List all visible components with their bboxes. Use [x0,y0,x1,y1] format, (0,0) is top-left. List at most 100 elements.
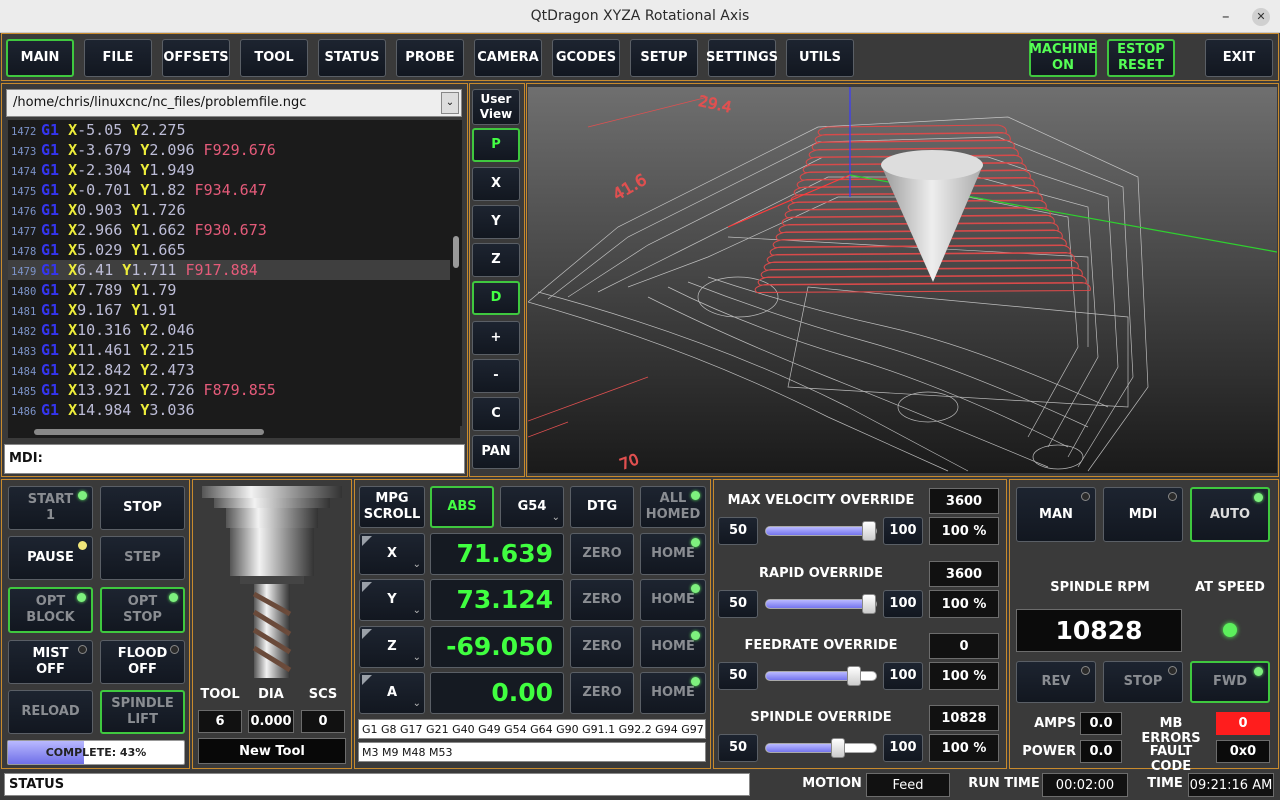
tab-settings[interactable]: SETTINGS [706,39,778,77]
spindle-lift-button[interactable]: SPINDLE LIFT [100,690,185,734]
editor-hscrollbar[interactable] [8,426,460,438]
mpg-scroll-button[interactable]: MPG SCROLL [359,486,425,528]
override-slider[interactable] [765,521,877,541]
view-d-button[interactable]: D [472,281,520,315]
view-p-button[interactable]: P [472,128,520,162]
axis-y-button[interactable]: Y ⌄ [359,579,425,621]
mode-man-button[interactable]: MAN [1016,487,1096,542]
zoom-in-button[interactable]: + [472,321,520,355]
override-min-button[interactable]: 50 [718,590,758,618]
toolpath-preview[interactable]: 41.6 29.4 70 [528,87,1277,473]
feed-value: 930.673 [203,221,267,239]
dtg-button[interactable]: DTG [570,486,634,528]
home-y-button[interactable]: HOME [640,579,706,621]
tab-gcodes[interactable]: GCODES [552,39,620,77]
line-number: 1484 [11,366,37,378]
mode-mdi-button[interactable]: MDI [1103,487,1183,542]
mdi-input[interactable]: MDI: [4,444,465,474]
wcs-select[interactable]: G54 ⌄ [500,486,564,528]
zero-z-button[interactable]: ZERO [570,626,634,668]
override-max-button[interactable]: 100 [883,590,923,618]
slider-handle[interactable] [831,738,846,758]
y-value: 1.726 [140,201,186,219]
mist-button[interactable]: MIST OFF [8,640,93,684]
tab-probe[interactable]: PROBE [396,39,464,77]
exit-button[interactable]: EXIT [1205,39,1273,77]
reload-button[interactable]: RELOAD [8,690,93,734]
gcode-word: G1 [41,341,60,359]
override-max-button[interactable]: 100 [883,517,923,545]
tab-tool[interactable]: TOOL [240,39,308,77]
cycle-start-button[interactable]: START 1 [8,486,93,530]
spindle-stop-label: STOP [1123,674,1163,689]
estop-reset-button[interactable]: ESTOP RESET [1107,39,1175,77]
view-x-button[interactable]: X [472,167,520,201]
spindle-fwd-button[interactable]: FWD [1190,661,1270,703]
y-word: Y [131,201,141,219]
axis-x-button[interactable]: X ⌄ [359,533,425,575]
zoom-out-button[interactable]: - [472,359,520,393]
user-view-button[interactable]: User View [472,89,520,125]
override-slider[interactable] [765,666,877,686]
pan-button[interactable]: PAN [472,435,520,469]
home-x-button[interactable]: HOME [640,533,706,575]
gcode-word: G1 [41,301,60,319]
line-number: 1481 [11,306,37,318]
zero-y-button[interactable]: ZERO [570,579,634,621]
override-min-button[interactable]: 50 [718,734,758,762]
home-a-button[interactable]: HOME [640,672,706,714]
tab-status[interactable]: STATUS [318,39,386,77]
x-word: X [68,161,78,179]
view-z-button[interactable]: Z [472,243,520,277]
flood-button[interactable]: FLOOD OFF [100,640,185,684]
slider-handle[interactable] [862,521,876,541]
slider-handle[interactable] [862,594,876,614]
override-value: 3600 [929,561,999,587]
tab-file[interactable]: FILE [84,39,152,77]
tab-camera[interactable]: CAMERA [474,39,542,77]
mode-auto-button[interactable]: AUTO [1190,487,1270,542]
home-z-button[interactable]: HOME [640,626,706,668]
x-word: X [68,361,78,379]
override-min-button[interactable]: 50 [718,662,758,690]
editor-scrollbar[interactable] [450,120,462,426]
stop-button[interactable]: STOP [100,486,185,530]
override-min-button[interactable]: 50 [718,517,758,545]
clear-plot-button[interactable]: C [472,397,520,431]
override-slider[interactable] [765,738,877,758]
step-button[interactable]: STEP [100,536,185,580]
spindle-stop-button[interactable]: STOP [1103,661,1183,703]
tab-setup[interactable]: SETUP [630,39,698,77]
tab-main[interactable]: MAIN [6,39,74,77]
opt-block-button[interactable]: OPT BLOCK [8,587,93,633]
override-max-button[interactable]: 100 [883,662,923,690]
y-value: 2.473 [149,361,195,379]
minimize-icon[interactable]: – [1222,0,1230,33]
x-value: 6.41 [77,261,114,279]
opt-stop-button[interactable]: OPT STOP [100,587,185,633]
run-time-value: 00:02:00 [1042,773,1128,797]
tab-offsets[interactable]: OFFSETS [162,39,230,77]
zero-a-button[interactable]: ZERO [570,672,634,714]
axis-a-button[interactable]: A ⌄ [359,672,425,714]
tab-utils[interactable]: UTILS [786,39,854,77]
slider-handle[interactable] [846,666,861,686]
x-word: X [68,321,78,339]
abs-button[interactable]: ABS [430,486,494,528]
gcode-editor[interactable]: 1472 G1 X-5.05 Y2.275 1473 G1 X-3.679 Y2.09… [8,120,460,426]
spindle-rev-button[interactable]: REV [1016,661,1096,703]
chevron-down-icon[interactable]: ⌄ [441,92,459,114]
pause-button[interactable]: PAUSE [8,536,93,580]
x-word: X [68,261,78,279]
x-word: X [68,401,78,419]
view-y-button[interactable]: Y [472,205,520,239]
axis-z-button[interactable]: Z ⌄ [359,626,425,668]
all-homed-button[interactable]: ALL HOMED [640,486,706,528]
code-line: 1486 G1 X14.984 Y3.036 [8,400,460,420]
zero-x-button[interactable]: ZERO [570,533,634,575]
file-path-combo[interactable]: /home/chris/linuxcnc/nc_files/problemfil… [6,89,462,117]
machine-on-button[interactable]: MACHINE ON [1029,39,1097,77]
close-icon[interactable]: ✕ [1252,8,1270,26]
override-max-button[interactable]: 100 [883,734,923,762]
override-slider[interactable] [765,594,877,614]
